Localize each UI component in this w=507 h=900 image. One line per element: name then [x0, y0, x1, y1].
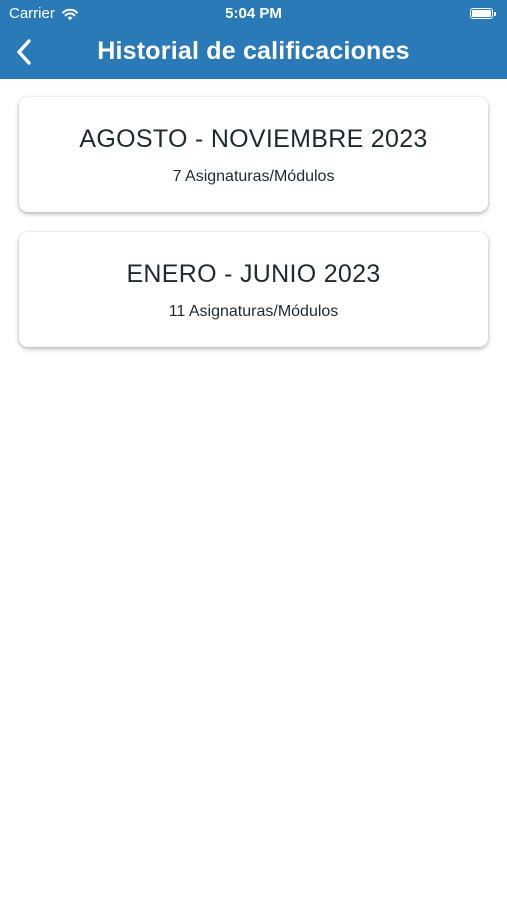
period-title: ENERO - JUNIO 2023 — [126, 260, 381, 288]
period-subject-count: 11 Asignaturas/Módulos — [168, 303, 339, 320]
period-subject-count: 7 Asignaturas/Módulos — [172, 168, 335, 185]
clock: 5:04 PM — [225, 5, 282, 22]
period-card[interactable]: AGOSTO - NOVIEMBRE 2023 7 Asignaturas/Mó… — [19, 97, 488, 212]
page-title: Historial de calificaciones — [97, 37, 410, 65]
header-bar: Carrier 5:04 PM Historial de calificacio… — [0, 0, 507, 79]
screen: Carrier 5:04 PM Historial de calificacio… — [0, 0, 507, 900]
navigation-bar: Historial de calificaciones — [0, 28, 507, 79]
period-card[interactable]: ENERO - JUNIO 2023 11 Asignaturas/Módulo… — [19, 232, 488, 347]
period-title: AGOSTO - NOVIEMBRE 2023 — [79, 125, 428, 153]
battery-icon — [470, 7, 497, 20]
status-bar: Carrier 5:04 PM — [0, 0, 507, 28]
